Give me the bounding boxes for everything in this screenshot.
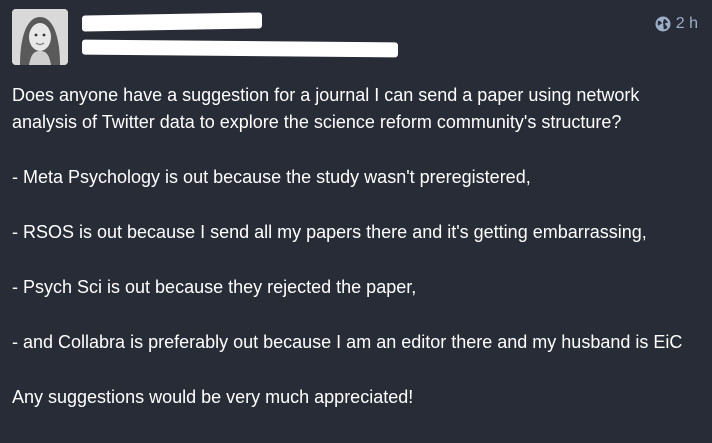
status-paragraph: - RSOS is out because I send all my pape… [12, 222, 647, 242]
status-paragraph: - Psych Sci is out because they rejected… [12, 277, 417, 297]
status-timestamp[interactable]: 2 h [655, 15, 698, 33]
avatar[interactable] [12, 9, 68, 65]
status-paragraph: - and Collabra is preferably out because… [12, 332, 683, 352]
status-paragraph: Does anyone have a suggestion for a jour… [12, 85, 640, 132]
display-name-redacted[interactable] [82, 12, 262, 32]
status-content: Does anyone have a suggestion for a jour… [12, 82, 692, 439]
account-handle-redacted[interactable] [82, 39, 398, 58]
timestamp-label: 2 h [675, 15, 698, 32]
status-card: 2 h Does anyone have a suggestion for a … [0, 0, 712, 443]
status-paragraph: Any suggestions would be very much appre… [12, 387, 414, 407]
status-paragraph: - Meta Psychology is out because the stu… [12, 167, 531, 187]
globe-icon [655, 16, 671, 32]
